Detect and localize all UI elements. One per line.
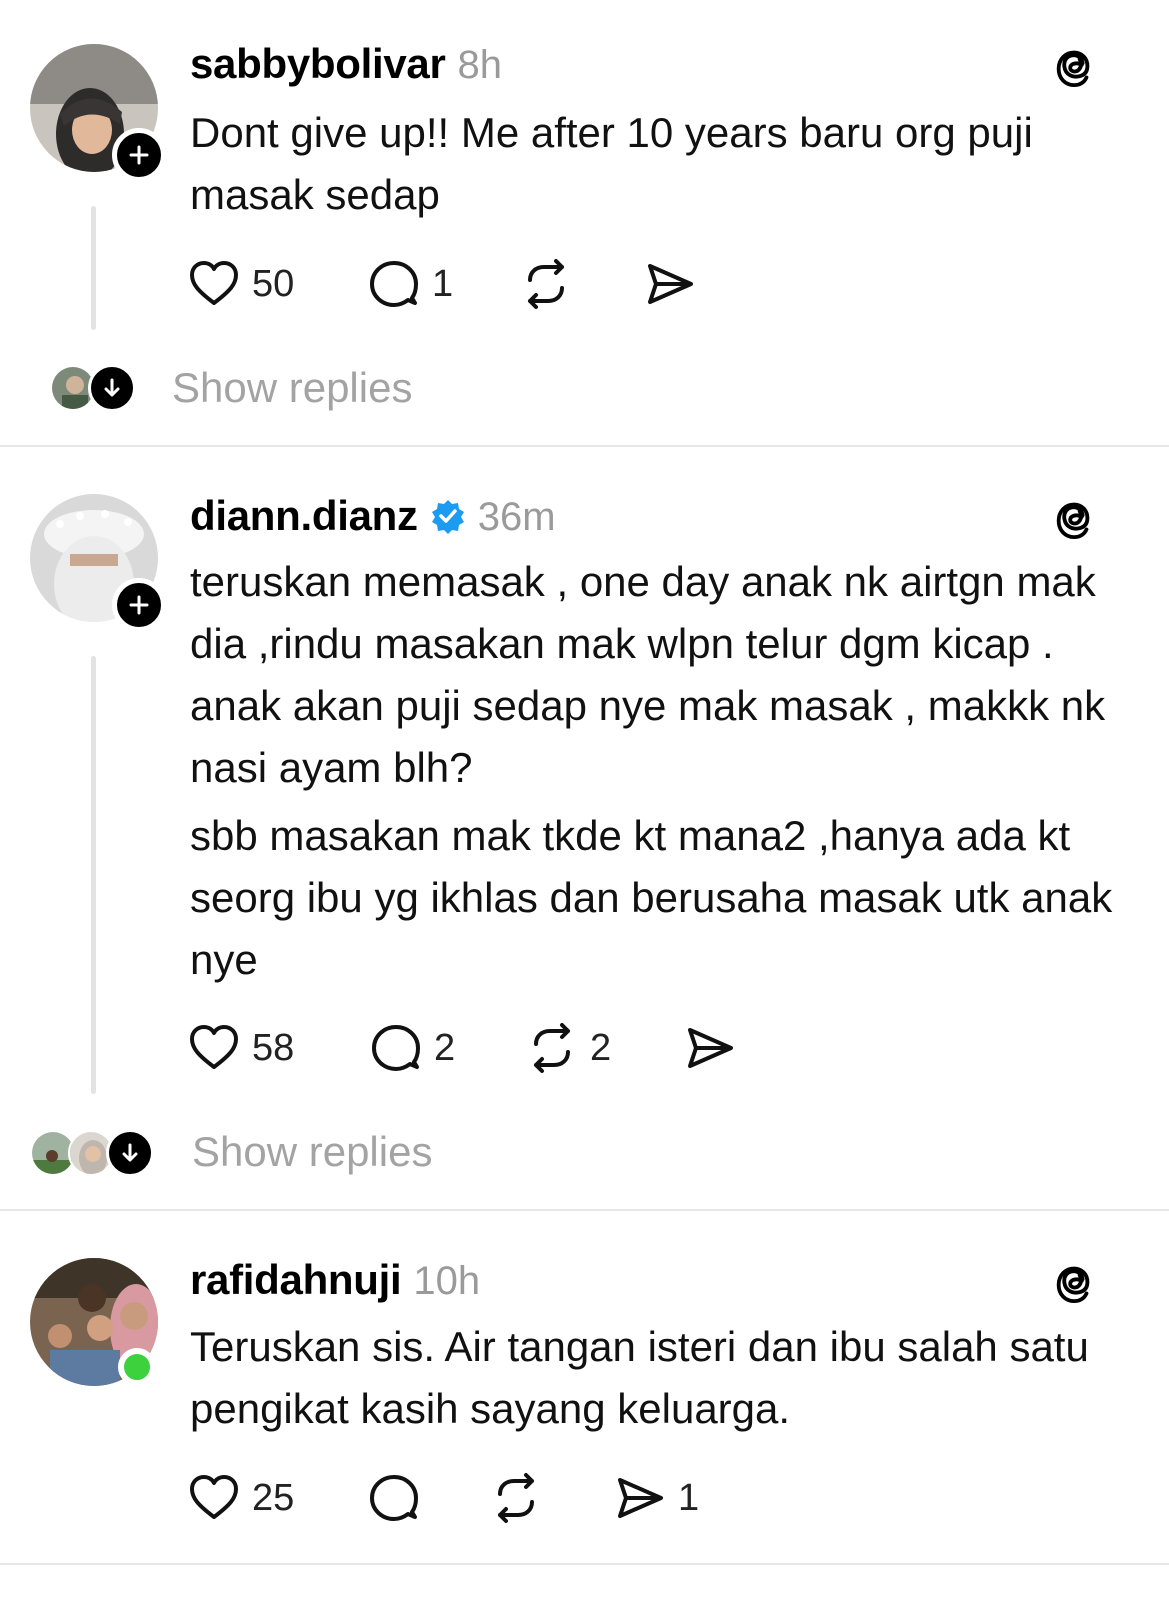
like-count: 58 [252,1026,295,1069]
repost-button[interactable] [520,254,584,314]
post-body: Teruskan sis. Air tangan isteri dan ibu … [190,1316,1120,1440]
show-replies-row[interactable]: Show replies [0,360,1169,420]
share-button[interactable]: 1 [614,1468,699,1528]
threads-logo-icon[interactable] [1051,494,1097,540]
comment-button[interactable] [368,1468,432,1528]
post-header: sabbybolivar 8h [190,40,502,88]
post-divider [0,445,1169,447]
plus-icon [129,145,149,165]
action-bar: 58 2 2 [188,1018,788,1078]
username[interactable]: rafidahnuji [190,1256,402,1304]
timestamp: 10h [413,1259,481,1303]
heart-icon [190,261,238,305]
thread-line [91,656,96,1094]
username[interactable]: sabbybolivar [190,40,446,88]
comment-count: 2 [434,1026,456,1069]
share-button[interactable] [644,254,708,314]
username[interactable]: diann.dianz [190,492,418,540]
show-replies-row[interactable]: Show replies [0,1124,1169,1184]
threads-logo-icon[interactable] [1051,1258,1097,1304]
like-button[interactable]: 58 [188,1018,294,1078]
post-paragraph: sbb masakan mak tkde kt mana2 ,hanya ada… [190,812,1113,983]
repost-count: 2 [590,1026,612,1069]
arrow-down-icon [104,378,120,397]
post-divider [0,1563,1169,1565]
post-paragraph: Dont give up!! Me after 10 years baru or… [190,109,1033,218]
follow-button[interactable] [112,128,166,182]
share-count: 1 [678,1476,700,1519]
comment-bubble-icon [372,1025,420,1071]
post-paragraph: teruskan memasak , one day anak nk airtg… [190,558,1106,791]
post-divider [0,1209,1169,1211]
timestamp: 36m [477,495,556,539]
send-icon [618,1478,663,1518]
expand-replies-button[interactable] [106,1129,154,1177]
threads-logo-icon[interactable] [1051,42,1097,88]
like-button[interactable]: 50 [188,254,294,314]
post-header: rafidahnuji 10h [190,1256,480,1304]
comment-bubble-icon [370,1475,418,1521]
send-icon [648,264,693,304]
share-button[interactable] [684,1018,748,1078]
heart-icon [190,1475,238,1519]
repost-button[interactable] [490,1468,554,1528]
heart-icon [190,1025,238,1069]
show-replies-label[interactable]: Show replies [172,364,412,412]
like-button[interactable]: 25 [188,1468,294,1528]
post-header: diann.dianz 36m [190,492,556,540]
like-count: 25 [252,1476,295,1519]
plus-icon [129,595,149,615]
repost-icon [498,1473,534,1523]
thread-line [91,206,96,330]
action-bar: 25 1 [188,1468,748,1528]
send-icon [688,1028,733,1068]
post-body: teruskan memasak , one day anak nk airtg… [190,551,1120,991]
timestamp: 8h [457,43,503,87]
arrow-down-icon [122,1143,138,1162]
show-replies-label[interactable]: Show replies [192,1128,432,1176]
follow-button[interactable] [112,578,166,632]
expand-replies-button[interactable] [88,364,136,412]
repost-icon [528,259,564,309]
comment-button[interactable]: 1 [368,254,453,314]
repost-icon [534,1023,570,1073]
like-count: 50 [252,262,295,305]
action-bar: 50 1 [188,254,748,314]
post-body: Dont give up!! Me after 10 years baru or… [190,102,1120,226]
online-status-dot [118,1348,156,1386]
repost-button[interactable]: 2 [526,1018,611,1078]
comment-count: 1 [432,262,454,305]
comment-button[interactable]: 2 [370,1018,455,1078]
post-paragraph: Teruskan sis. Air tangan isteri dan ibu … [190,1323,1089,1432]
comment-bubble-icon [370,261,418,307]
verified-badge-icon [431,500,464,534]
